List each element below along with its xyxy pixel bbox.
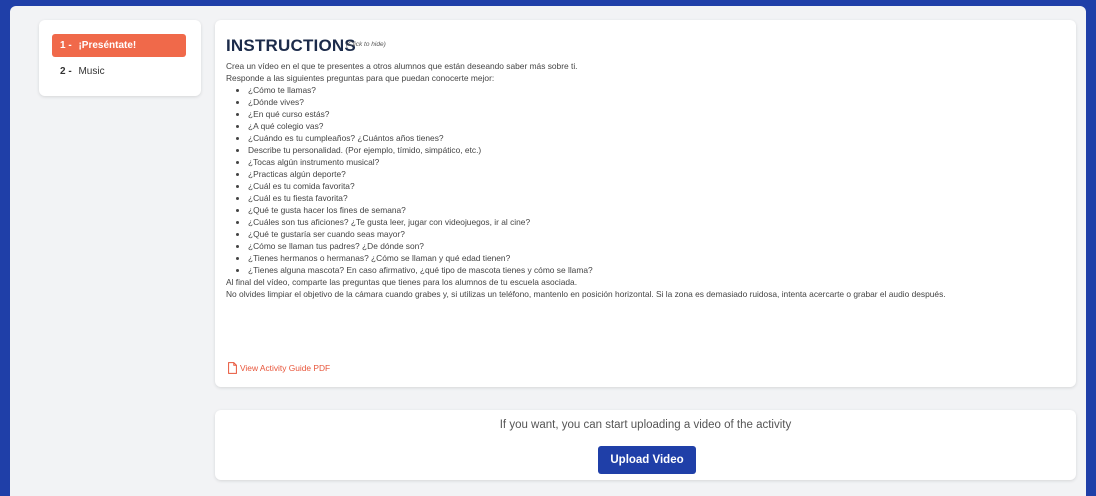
list-item: ¿Tienes hermanos o hermanas? ¿Cómo se ll… (248, 252, 1066, 264)
list-item: ¿Tocas algún instrumento musical? (248, 156, 1066, 168)
intro-text: Responde a las siguientes preguntas para… (226, 73, 495, 83)
step-number: 2 - (60, 66, 72, 77)
list-item: ¿A qué colegio vas? (248, 120, 1066, 132)
list-item: Describe tu personalidad. (Por ejemplo, … (248, 144, 1066, 156)
outro-text: No olvides limpiar el objetivo de la cám… (226, 289, 946, 299)
main-frame: 1 - ¡Preséntate! 2 - Music INSTRUCTIONS … (10, 6, 1086, 496)
hide-instructions-link[interactable]: (Click to hide) (346, 41, 386, 48)
list-item: ¿Dónde vives? (248, 96, 1066, 108)
intro-text: Crea un vídeo en el que te presentes a o… (226, 61, 578, 71)
upload-prompt: If you want, you can start uploading a v… (499, 419, 792, 431)
question-list: ¿Cómo te llamas? ¿Dónde vives? ¿En qué c… (226, 84, 1066, 276)
step-item-presentate[interactable]: 1 - ¡Preséntate! (52, 34, 186, 57)
pdf-link-label: View Activity Guide PDF (240, 363, 331, 373)
list-item: ¿Cuáles son tus aficiones? ¿Te gusta lee… (248, 216, 1066, 228)
list-item: ¿Cómo te llamas? (248, 84, 1066, 96)
step-label: Music (78, 66, 105, 77)
activity-guide-pdf-link[interactable]: View Activity Guide PDF (228, 362, 330, 374)
instructions-title: INSTRUCTIONS (226, 36, 356, 55)
upload-video-button[interactable]: Upload Video (598, 446, 696, 474)
list-item: ¿En qué curso estás? (248, 108, 1066, 120)
instructions-card: INSTRUCTIONS (Click to hide) Crea un víd… (215, 20, 1076, 387)
upload-card: If you want, you can start uploading a v… (215, 410, 1076, 480)
list-item: ¿Practicas algún deporte? (248, 168, 1066, 180)
list-item: ¿Cuál es tu fiesta favorita? (248, 192, 1066, 204)
instructions-body: Crea un vídeo en el que te presentes a o… (226, 60, 1066, 300)
list-item: ¿Qué te gusta hacer los fines de semana? (248, 204, 1066, 216)
file-icon (228, 362, 237, 374)
outro-text: Al final del vídeo, comparte las pregunt… (226, 277, 578, 287)
list-item: ¿Cómo se llaman tus padres? ¿De dónde so… (248, 240, 1066, 252)
step-number: 1 - (60, 40, 72, 51)
list-item: ¿Cuándo es tu cumpleaños? ¿Cuántos años … (248, 132, 1066, 144)
step-label: ¡Preséntate! (78, 40, 137, 51)
step-list: 1 - ¡Preséntate! 2 - Music (39, 20, 201, 96)
list-item: ¿Tienes alguna mascota? En caso afirmati… (248, 264, 1066, 276)
list-item: ¿Cuál es tu comida favorita? (248, 180, 1066, 192)
list-item: ¿Qué te gustaría ser cuando seas mayor? (248, 228, 1066, 240)
step-item-music[interactable]: 2 - Music (52, 60, 186, 83)
